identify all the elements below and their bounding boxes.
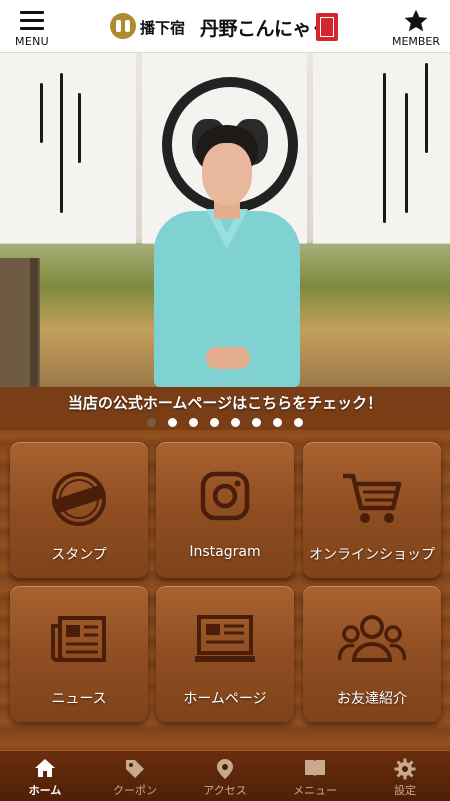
logo-crest-icon (110, 13, 136, 39)
carousel-dot-active[interactable] (168, 418, 177, 427)
member-label: MEMBER (391, 35, 441, 48)
noren-curtain-left (0, 53, 136, 244)
cart-icon (343, 473, 402, 523)
carousel-dot[interactable] (210, 418, 219, 427)
news-label: ニュース (51, 691, 107, 707)
shop-owner-photo (146, 125, 306, 387)
stamp-tile[interactable]: スタンプ (10, 442, 148, 578)
instagram-tile[interactable]: Instagram (156, 442, 294, 578)
stamp-label: スタンプ (51, 547, 107, 563)
nav-home-label: ホーム (28, 784, 62, 797)
noren-curtain-right (313, 53, 450, 244)
gear-icon (394, 758, 416, 780)
nav-access[interactable]: アクセス (180, 751, 270, 801)
homepage-announcement[interactable]: 当店の公式ホームページはこちらをチェック！ (0, 387, 450, 420)
friend-referral-tile[interactable]: お友達紹介 (303, 586, 441, 722)
book-icon (305, 760, 325, 777)
logo-main-text: 丹野こんにゃく (200, 18, 330, 40)
logo-seal-icon (316, 13, 338, 41)
carousel-dots (0, 418, 450, 430)
friends-icon (338, 615, 406, 662)
online-shop-label: オンラインショップ (309, 547, 435, 563)
home-icon (35, 759, 55, 777)
location-pin-icon (217, 759, 233, 779)
star-icon (404, 9, 428, 32)
news-tile[interactable]: ニュース (10, 586, 148, 722)
instagram-icon (200, 471, 250, 521)
carousel-dot[interactable] (231, 418, 240, 427)
app-header: MENU 播下宿 丹野こんにゃく MEMBER (0, 0, 450, 53)
carousel-dot[interactable] (252, 418, 261, 427)
carousel-dot[interactable] (294, 418, 303, 427)
monitor-icon (195, 615, 255, 662)
nav-settings-label: 設定 (394, 784, 416, 797)
instagram-label: Instagram (189, 544, 261, 560)
menu-button[interactable]: MENU (8, 6, 56, 50)
newspaper-icon (51, 616, 106, 662)
nav-coupon-label: クーポン (113, 784, 157, 797)
stamp-icon (52, 472, 106, 526)
nav-coupon[interactable]: クーポン (90, 751, 180, 801)
nav-menu[interactable]: メニュー (270, 751, 360, 801)
logo-small-text: 播下宿 (140, 19, 186, 37)
nav-settings[interactable]: 設定 (360, 751, 450, 801)
nav-home[interactable]: ホーム (0, 751, 90, 801)
menu-label: MENU (15, 35, 49, 48)
carousel-dot[interactable] (273, 418, 282, 427)
member-button[interactable]: MEMBER (386, 6, 446, 50)
nav-menu-label: メニュー (293, 784, 337, 797)
wooden-fence (0, 258, 40, 387)
hero-image[interactable] (0, 53, 450, 387)
menu-grid: スタンプ Instagram オンラインショップ ニュース ホームページ お友達… (0, 430, 450, 750)
friend-referral-label: お友達紹介 (337, 691, 407, 707)
homepage-label: ホームページ (183, 691, 267, 707)
homepage-tile[interactable]: ホームページ (156, 586, 294, 722)
hamburger-icon (20, 11, 44, 30)
shop-logo: 播下宿 丹野こんにゃく (110, 10, 342, 44)
bottom-navigation: ホーム クーポン アクセス メニュー 設定 (0, 750, 450, 801)
nav-access-label: アクセス (203, 784, 247, 797)
online-shop-tile[interactable]: オンラインショップ (303, 442, 441, 578)
coupon-tag-icon (126, 760, 144, 778)
carousel-dot[interactable] (189, 418, 198, 427)
carousel-dot[interactable] (147, 418, 156, 427)
